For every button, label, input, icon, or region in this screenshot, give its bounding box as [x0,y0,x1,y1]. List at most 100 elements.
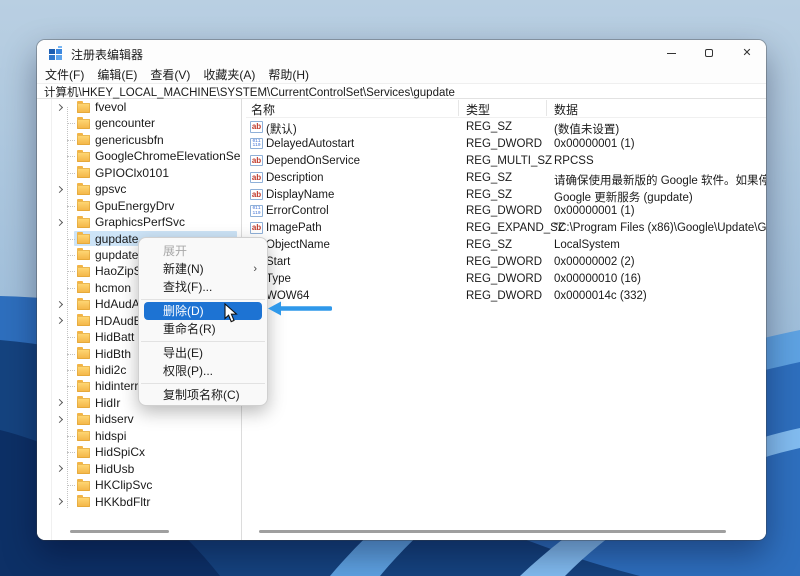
value-row-displayname[interactable]: abDisplayNameREG_SZGoogle 更新服务 (gupdate) [246,187,766,204]
context-menu-item-d[interactable]: 删除(D) [144,302,262,320]
value-row-dependonservice[interactable]: abDependOnServiceREG_MULTI_SZRPCSS [246,153,766,170]
chevron-right-icon[interactable] [56,219,63,226]
string-value-icon: ab [250,189,263,201]
menubar-item-h[interactable]: 帮助(H) [268,66,309,83]
tree-item-genericusbfn-2[interactable]: genericusbfn [37,132,241,148]
menu-separator [141,299,265,300]
tree-item-gpuenergydrv-6[interactable]: GpuEnergyDrv [37,198,241,214]
chevron-right-icon[interactable] [56,416,63,423]
regedit-icon [49,46,63,60]
tree-item-hkclipsvc-23[interactable]: HKClipSvc [37,477,241,493]
value-data: 0x00000010 (16) [554,273,641,285]
tree-item-label: HdAudA [95,296,140,312]
values-list: ab(默认)REG_SZ(数值未设置)011110DelayedAutostar… [246,119,766,305]
tree-item-label: HidIr [95,395,120,411]
context-menu-item-c[interactable]: 复制项名称(C) [139,386,267,404]
tree-item-googlechromeelevationser-3[interactable]: GoogleChromeElevationSer [37,148,241,164]
menubar-item-e[interactable]: 编辑(E) [97,66,137,83]
tree-item-gpsvc-5[interactable]: gpsvc [37,181,241,197]
value-row-type[interactable]: 011110TypeREG_DWORD0x00000010 (16) [246,271,766,288]
folder-icon [77,267,90,277]
tree-item-label: GoogleChromeElevationSer [95,148,241,164]
minimize-icon [667,53,676,54]
dword-value-icon: 011110 [250,138,263,150]
value-row-start[interactable]: 011110StartREG_DWORD0x00000002 (2) [246,254,766,271]
context-menu-item-label: 新建(N) [163,262,204,276]
tree-item-label: HaoZipS [95,263,142,279]
tree-item-label: gpsvc [95,181,126,197]
folder-icon [77,119,90,129]
tree-item-label: hidinterr [95,378,138,394]
folder-icon [77,481,90,491]
maximize-button[interactable] [690,40,728,66]
minimize-button[interactable] [652,40,690,66]
value-row-errorcontrol[interactable]: 011110ErrorControlREG_DWORD0x00000001 (1… [246,203,766,220]
column-separator[interactable] [546,100,547,116]
value-row-item[interactable]: ab(默认)REG_SZ(数值未设置) [246,119,766,136]
context-menu: 展开新建(N)›查找(F)... 删除(D) 重命名(R) 导出(E)权限(P)...… [138,237,268,406]
context-menu-item-e[interactable]: 导出(E) [139,344,267,362]
column-header-item-0[interactable]: 名称 [251,101,275,118]
address-bar[interactable]: 计算机\HKEY_LOCAL_MACHINE\SYSTEM\CurrentCon… [37,84,766,99]
value-type: REG_MULTI_SZ [466,155,552,167]
value-row-objectname[interactable]: abObjectNameREG_SZLocalSystem [246,237,766,254]
close-button[interactable]: ✕ [728,40,766,66]
window-title: 注册表编辑器 [71,46,143,63]
chevron-right-icon[interactable] [56,317,63,324]
value-name: DelayedAutostart [266,138,354,150]
value-name: ObjectName [266,239,330,251]
tree-connector [67,123,75,124]
tree-connector [67,140,75,141]
chevron-right-icon[interactable] [56,399,63,406]
tree-item-gencounter-1[interactable]: gencounter [37,115,241,131]
value-data: 0x00000001 (1) [554,205,635,217]
value-data: RPCSS [554,155,594,167]
tree-horizontal-scrollbar[interactable] [70,530,169,534]
tree-item-graphicsperfsvc-7[interactable]: GraphicsPerfSvc [37,214,241,230]
context-menu-item-item[interactable]: 展开 [139,242,267,260]
value-type: REG_DWORD [466,256,542,268]
value-data: (数值未设置) [554,121,619,137]
context-menu-item-label: 展开 [163,244,187,258]
tree-connector [67,485,75,486]
context-menu-item-label: 删除(D) [163,304,204,318]
string-value-icon: ab [250,121,263,133]
tree-item-hidspi-20[interactable]: hidspi [37,428,241,444]
tree-item-gpioclx0101-4[interactable]: GPIOClx0101 [37,165,241,181]
value-type: REG_SZ [466,189,512,201]
menubar-item-v[interactable]: 查看(V) [150,66,190,83]
tree-item-label: HDAudB [95,313,142,329]
menubar-item-f[interactable]: 文件(F) [45,66,84,83]
context-menu-item-f[interactable]: 查找(F)... [139,278,267,296]
context-menu-item-p[interactable]: 权限(P)... [139,362,267,380]
column-header-item-2[interactable]: 数据 [554,101,578,118]
chevron-right-icon[interactable] [56,498,63,505]
chevron-right-icon[interactable] [56,301,63,308]
tree-item-label: hidserv [95,411,134,427]
value-row-imagepath[interactable]: abImagePathREG_EXPAND_SZ"C:\Program File… [246,220,766,237]
tree-item-hidserv-19[interactable]: hidserv [37,411,241,427]
value-row-delayedautostart[interactable]: 011110DelayedAutostartREG_DWORD0x0000000… [246,136,766,153]
value-type: REG_DWORD [466,290,542,302]
tree-item-label: HidUsb [95,461,134,477]
value-data: 请确保使用最新版的 Google 软件。如果停用或 [554,172,766,188]
folder-icon [77,366,90,376]
value-data: LocalSystem [554,239,620,251]
tree-item-hkkbdfltr-24[interactable]: HKKbdFltr [37,494,241,510]
values-horizontal-scrollbar[interactable] [259,530,726,534]
tree-item-fvevol-0[interactable]: fvevol [37,99,241,115]
chevron-right-icon[interactable] [56,465,63,472]
column-header-item-1[interactable]: 类型 [466,101,490,118]
column-separator[interactable] [458,100,459,116]
menubar-item-a[interactable]: 收藏夹(A) [203,66,255,83]
chevron-right-icon[interactable] [56,186,63,193]
context-menu-item-r[interactable]: 重命名(R) [139,320,267,338]
context-menu-item-label: 重命名(R) [163,322,216,336]
tree-item-hidspicx-21[interactable]: HidSpiCx [37,444,241,460]
tree-connector [67,436,75,437]
chevron-right-icon[interactable] [56,103,63,110]
tree-item-hidusb-22[interactable]: HidUsb [37,461,241,477]
context-menu-item-n[interactable]: 新建(N)› [139,260,267,278]
value-row-description[interactable]: abDescriptionREG_SZ请确保使用最新版的 Google 软件。如… [246,170,766,187]
values-header: 名称 类型 数据 [246,99,766,118]
